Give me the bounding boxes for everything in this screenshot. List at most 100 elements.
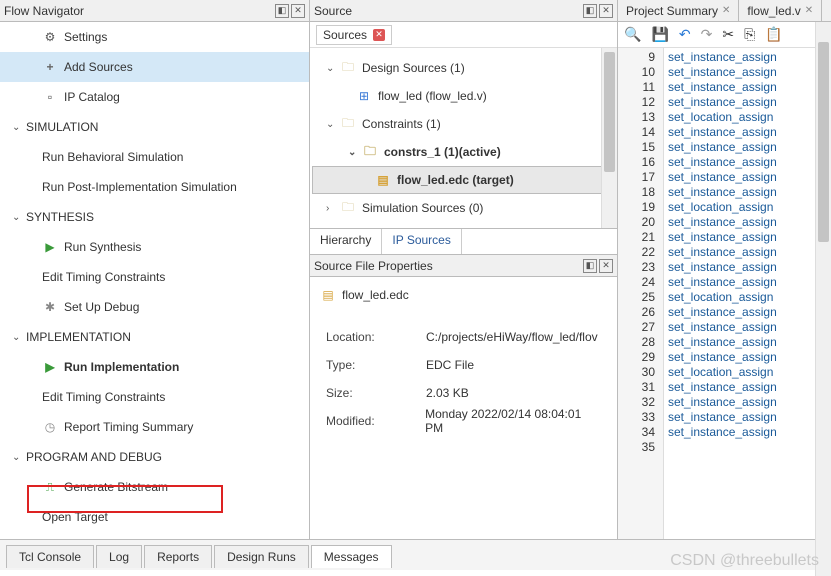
tree-label: Simulation Sources (0)	[362, 201, 483, 215]
nav-label: SYNTHESIS	[26, 210, 94, 224]
nav-label: Settings	[64, 30, 107, 44]
nav-run-behavioral-sim[interactable]: Run Behavioral Simulation	[0, 142, 309, 172]
props-value: EDC File	[426, 358, 474, 372]
chevron-down-icon: ⌄	[12, 212, 22, 223]
close-icon[interactable]: ✕	[291, 4, 305, 18]
folder-icon: 🗀	[340, 60, 356, 76]
file-icon: ▤	[320, 287, 336, 303]
tab-messages[interactable]: Messages	[311, 545, 392, 568]
nav-label: Edit Timing Constraints	[42, 390, 165, 404]
nav-setup-debug[interactable]: ✱ Set Up Debug	[0, 292, 309, 322]
tab-reports[interactable]: Reports	[144, 545, 212, 568]
tree-label: flow_led.edc (target)	[397, 173, 514, 187]
nav-cat-synthesis[interactable]: ⌄ SYNTHESIS	[0, 202, 309, 232]
undo-icon[interactable]: ↶	[679, 26, 691, 43]
flow-navigator-header: Flow Navigator ◧ ✕	[0, 0, 309, 22]
tree-design-sources[interactable]: ⌄ 🗀 Design Sources (1)	[312, 54, 615, 82]
code-editor[interactable]: 9101112131415161718192021222324252627282…	[618, 48, 831, 539]
tab-label: Project Summary	[626, 4, 718, 18]
tab-hierarchy[interactable]: Hierarchy	[310, 229, 382, 254]
pin-icon[interactable]: ◧	[583, 4, 597, 18]
editor-toolbar: 🔍 💾 ↶ ↷ ✂ ⎘ 📋	[618, 22, 831, 48]
nav-report-timing[interactable]: ◷Report Timing Summary	[0, 412, 309, 442]
tree-label: constrs_1 (1)(active)	[384, 145, 501, 159]
pin-icon[interactable]: ◧	[583, 259, 597, 273]
props-value: Monday 2022/02/14 08:04:01 PM	[425, 407, 601, 435]
close-icon[interactable]: ✕	[599, 4, 613, 18]
nav-run-implementation[interactable]: ▶Run Implementation	[0, 352, 309, 382]
nav-cat-simulation[interactable]: ⌄SIMULATION	[0, 112, 309, 142]
sources-tabbar: Sources ✕	[310, 22, 617, 48]
tree-label: Constraints (1)	[362, 117, 441, 131]
nav-add-sources[interactable]: +Add Sources	[0, 52, 309, 82]
props-label: Modified:	[326, 414, 425, 428]
editor-tabs: Project Summary ✕ flow_led.v ✕	[618, 0, 831, 22]
file-icon: ▤	[375, 172, 391, 188]
scrollbar[interactable]	[601, 48, 617, 228]
chevron-down-icon: ⌄	[12, 332, 22, 343]
scrollbar[interactable]	[815, 22, 831, 576]
close-icon[interactable]: ✕	[373, 29, 385, 41]
nav-settings[interactable]: ⚙ Settings	[0, 22, 309, 52]
save-icon[interactable]: 💾	[651, 26, 668, 43]
nav-cat-implementation[interactable]: ⌄IMPLEMENTATION	[0, 322, 309, 352]
nav-label: Set Up Debug	[64, 300, 139, 314]
close-icon[interactable]: ✕	[805, 5, 813, 16]
nav-label: SIMULATION	[26, 120, 98, 134]
props-value: C:/projects/eHiWay/flow_led/flov	[426, 330, 598, 344]
nav-run-synthesis[interactable]: ▶Run Synthesis	[0, 232, 309, 262]
paste-icon[interactable]: 📋	[765, 26, 782, 43]
play-icon: ▶	[42, 239, 58, 255]
tab-tcl-console[interactable]: Tcl Console	[6, 545, 94, 568]
nav-label: IP Catalog	[64, 90, 120, 104]
play-icon: ▶	[42, 359, 58, 375]
tab-project-summary[interactable]: Project Summary ✕	[618, 0, 739, 21]
bug-icon: ✱	[42, 299, 58, 315]
tab-log[interactable]: Log	[96, 545, 142, 568]
tree-flow-led-v[interactable]: ⊞flow_led (flow_led.v)	[312, 82, 615, 110]
close-icon[interactable]: ✕	[599, 259, 613, 273]
clock-icon: ◷	[42, 419, 58, 435]
props-header: Source File Properties ◧ ✕	[310, 255, 617, 277]
tree-label: flow_led (flow_led.v)	[378, 89, 487, 103]
sources-tab[interactable]: Sources ✕	[316, 25, 392, 45]
nav-edit-timing-2: Edit Timing Constraints	[0, 382, 309, 412]
tab-flow-led-v[interactable]: flow_led.v ✕	[739, 0, 822, 21]
gear-icon: ⚙	[42, 29, 58, 45]
props-label: Size:	[326, 386, 426, 400]
search-icon[interactable]: 🔍	[624, 26, 641, 43]
tree-constrs-1[interactable]: ⌄🗀constrs_1 (1)(active)	[312, 138, 615, 166]
tab-label: Sources	[323, 28, 367, 42]
copy-icon[interactable]: ⎘	[744, 26, 755, 43]
plus-icon: +	[42, 59, 58, 75]
pin-icon[interactable]: ◧	[275, 4, 289, 18]
tree-constraints[interactable]: ⌄🗀Constraints (1)	[312, 110, 615, 138]
tab-ip-sources[interactable]: IP Sources	[382, 229, 461, 254]
chevron-right-icon: ›	[326, 203, 336, 214]
redo-icon[interactable]: ↷	[701, 26, 713, 43]
props-filename: flow_led.edc	[342, 288, 409, 302]
scroll-thumb[interactable]	[818, 42, 829, 242]
nav-generate-bitstream[interactable]: ⎍Generate Bitstream	[0, 472, 309, 502]
tab-label: flow_led.v	[747, 4, 800, 18]
flow-navigator-title: Flow Navigator	[4, 4, 273, 18]
nav-cat-program-debug[interactable]: ⌄PROGRAM AND DEBUG	[0, 442, 309, 472]
tree-label: Design Sources (1)	[362, 61, 465, 75]
scroll-thumb[interactable]	[604, 52, 615, 172]
nav-open-target[interactable]: Open Target	[0, 502, 309, 532]
props-label: Type:	[326, 358, 426, 372]
nav-label: Run Post-Implementation Simulation	[42, 180, 237, 194]
source-header: Source ◧ ✕	[310, 0, 617, 22]
cut-icon[interactable]: ✂	[722, 26, 734, 43]
props-file-row: ▤ flow_led.edc	[310, 277, 617, 313]
tree-sim-sources[interactable]: ›🗀Simulation Sources (0)	[312, 194, 615, 222]
chevron-down-icon: ⌄	[348, 147, 358, 158]
tree-flow-led-edc[interactable]: ▤ flow_led.edc (target)	[312, 166, 615, 194]
tab-design-runs[interactable]: Design Runs	[214, 545, 309, 568]
chevron-down-icon: ⌄	[326, 63, 336, 74]
close-icon[interactable]: ✕	[722, 5, 730, 16]
nav-ip-catalog[interactable]: ▫IP Catalog	[0, 82, 309, 112]
nav-label: PROGRAM AND DEBUG	[26, 450, 162, 464]
source-title: Source	[314, 4, 581, 18]
props-label: Location:	[326, 330, 426, 344]
